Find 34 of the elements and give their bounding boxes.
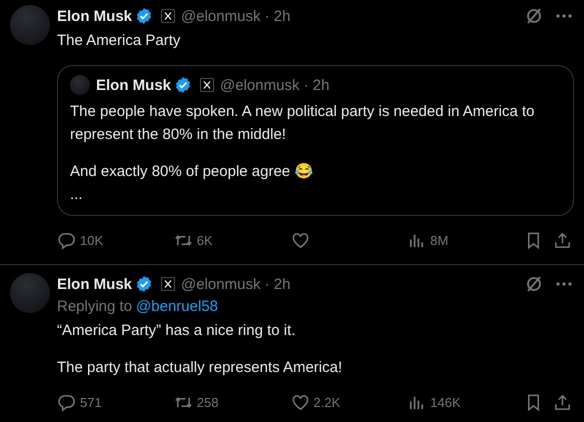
slashed-circle-icon[interactable] bbox=[524, 6, 544, 26]
avatar bbox=[70, 75, 90, 95]
repost-count: 6K bbox=[196, 232, 213, 248]
handle-and-time[interactable]: @elonmusk · 2h bbox=[181, 8, 290, 24]
quoted-text: And exactly 80% of people agree 😂 bbox=[70, 162, 314, 182]
handle-and-time[interactable]: @elonmusk · 2h bbox=[181, 276, 290, 292]
reply-icon[interactable] bbox=[57, 392, 76, 412]
tweet-text: The party that actually represents America! bbox=[57, 358, 344, 378]
handle-and-time: @elonmusk · 2h bbox=[220, 76, 330, 94]
heart-icon[interactable] bbox=[290, 392, 310, 412]
repost-count: 258 bbox=[196, 394, 218, 410]
mention-link[interactable]: @benruel58 bbox=[136, 298, 218, 315]
reply-count: 10K bbox=[80, 232, 104, 248]
like-count: 2.2K bbox=[314, 394, 340, 410]
tweet-text: The America Party bbox=[57, 31, 182, 51]
heart-icon[interactable] bbox=[290, 230, 310, 250]
reply-icon[interactable] bbox=[57, 230, 76, 250]
replying-label: Replying to bbox=[57, 298, 132, 315]
slashed-circle-icon[interactable] bbox=[524, 274, 544, 294]
author-name: Elon Musk bbox=[96, 76, 172, 94]
view-count: 146K bbox=[430, 394, 461, 410]
share-icon[interactable] bbox=[553, 392, 572, 412]
x-logo-icon bbox=[161, 9, 176, 23]
view-count: 8M bbox=[430, 232, 448, 248]
tweet-text: “America Party” has a nice ring to it. bbox=[57, 321, 296, 341]
reply-count: 571 bbox=[80, 394, 102, 410]
quoted-tweet-card[interactable]: Elon Musk @elonmusk · 2h The people have spoken. A new political party is needed in America to represent the 80% in the middle! And exactly 80% of people agree 😂 ... bbox=[57, 65, 574, 216]
quoted-text: ... bbox=[70, 185, 84, 205]
x-logo-icon bbox=[200, 78, 214, 92]
x-logo-icon bbox=[161, 277, 176, 291]
share-icon[interactable] bbox=[553, 230, 572, 250]
author-name[interactable]: Elon Musk bbox=[57, 276, 132, 292]
author-name[interactable]: Elon Musk bbox=[57, 8, 132, 24]
quoted-text: The people have spoken. A new political party is needed in America to represent the 80% in the middle! bbox=[70, 102, 536, 145]
